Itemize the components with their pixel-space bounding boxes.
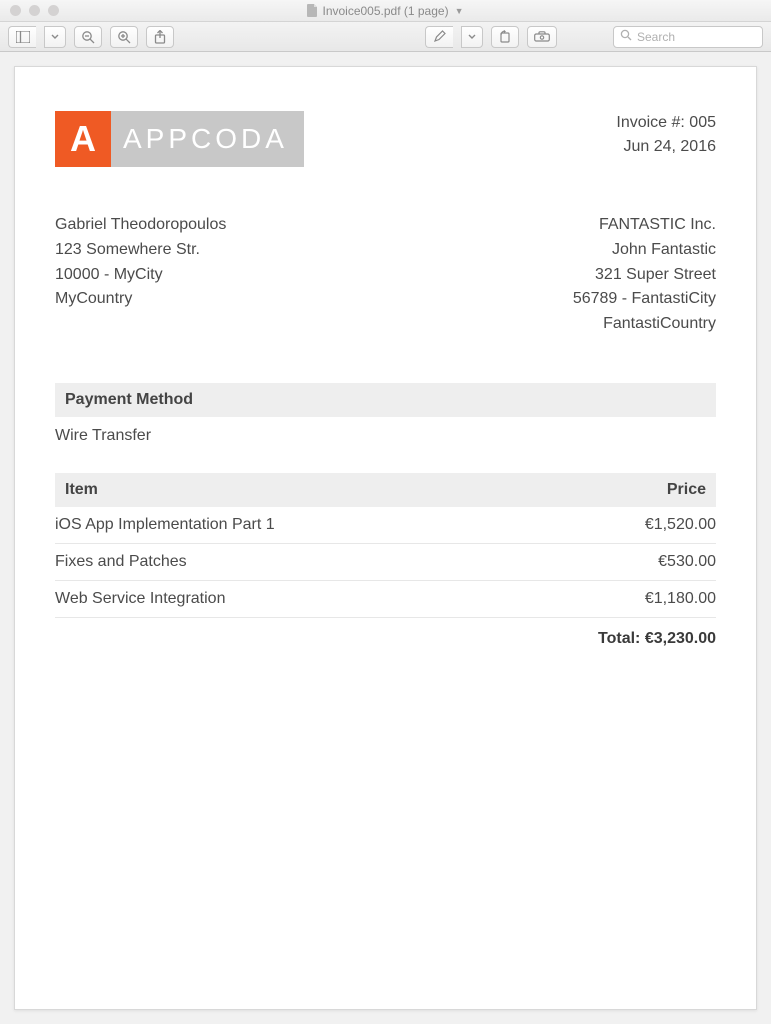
rotate-button[interactable]: [491, 26, 519, 48]
payment-header: Payment Method: [55, 383, 716, 417]
recipient-name: John Fantastic: [573, 238, 716, 263]
items-section: Item Price iOS App Implementation Part 1…: [55, 473, 716, 648]
view-mode-dropdown[interactable]: [44, 26, 66, 48]
sender-country: MyCountry: [55, 287, 226, 312]
search-icon: [620, 28, 632, 46]
items-col-item: Item: [65, 481, 98, 499]
recipient-street: 321 Super Street: [573, 263, 716, 288]
chevron-down-icon[interactable]: ▼: [455, 6, 464, 16]
search-field[interactable]: [613, 26, 763, 48]
recipient-country: FantastiCountry: [573, 312, 716, 337]
item-name: Web Service Integration: [55, 590, 225, 608]
document-icon: [307, 4, 318, 17]
sender-name: Gabriel Theodoropoulos: [55, 213, 226, 238]
item-name: iOS App Implementation Part 1: [55, 516, 275, 534]
pdf-page: A APPCODA Invoice #: 005 Jun 24, 2016 Ga…: [14, 66, 757, 1010]
recipient-address: FANTASTIC Inc. John Fantastic 321 Super …: [573, 213, 716, 337]
window-title: Invoice005.pdf (1 page): [322, 4, 448, 18]
markup-button[interactable]: [527, 26, 557, 48]
company-logo: A APPCODA: [55, 111, 304, 167]
zoom-in-button[interactable]: [110, 26, 138, 48]
annotate-button[interactable]: [425, 26, 453, 48]
window-controls: [0, 5, 59, 16]
recipient-city: 56789 - FantastiCity: [573, 287, 716, 312]
sender-city: 10000 - MyCity: [55, 263, 226, 288]
zoom-out-button[interactable]: [74, 26, 102, 48]
minimize-window-button[interactable]: [29, 5, 40, 16]
payment-section: Payment Method Wire Transfer: [55, 383, 716, 445]
view-mode-button[interactable]: [8, 26, 36, 48]
item-price: €530.00: [658, 553, 716, 571]
item-row: iOS App Implementation Part 1 €1,520.00: [55, 507, 716, 544]
item-row: Web Service Integration €1,180.00: [55, 581, 716, 618]
item-price: €1,520.00: [645, 516, 716, 534]
invoice-total: Total: €3,230.00: [55, 618, 716, 648]
share-button[interactable]: [146, 26, 174, 48]
search-input[interactable]: [637, 30, 756, 44]
logo-badge: A: [55, 111, 111, 167]
recipient-company: FANTASTIC Inc.: [573, 213, 716, 238]
items-col-price: Price: [667, 481, 706, 499]
sender-street: 123 Somewhere Str.: [55, 238, 226, 263]
item-name: Fixes and Patches: [55, 553, 187, 571]
zoom-window-button[interactable]: [48, 5, 59, 16]
logo-text: APPCODA: [111, 111, 304, 167]
payment-method: Wire Transfer: [55, 417, 716, 445]
invoice-date: Jun 24, 2016: [616, 135, 716, 159]
window-titlebar: Invoice005.pdf (1 page) ▼: [0, 0, 771, 22]
document-viewer[interactable]: A APPCODA Invoice #: 005 Jun 24, 2016 Ga…: [0, 52, 771, 1024]
invoice-meta: Invoice #: 005 Jun 24, 2016: [616, 111, 716, 159]
item-row: Fixes and Patches €530.00: [55, 544, 716, 581]
sender-address: Gabriel Theodoropoulos 123 Somewhere Str…: [55, 213, 226, 337]
item-price: €1,180.00: [645, 590, 716, 608]
toolbar: [0, 22, 771, 52]
invoice-number: Invoice #: 005: [616, 111, 716, 135]
annotate-dropdown[interactable]: [461, 26, 483, 48]
close-window-button[interactable]: [10, 5, 21, 16]
